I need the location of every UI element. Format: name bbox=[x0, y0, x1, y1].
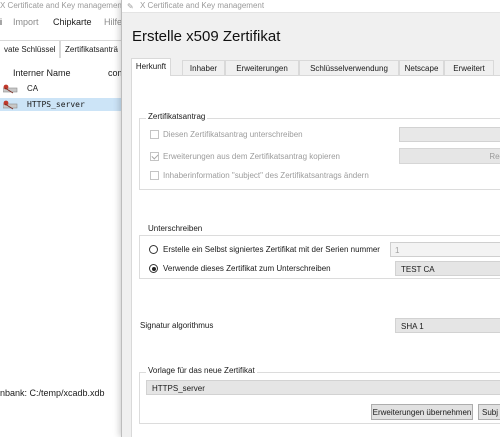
copy-extensions-checkbox[interactable] bbox=[150, 152, 159, 161]
modify-subject-label: Inhaberinformation "subject" des Zertifi… bbox=[163, 171, 369, 180]
self-signed-label: Erstelle ein Selbst signiertes Zertifika… bbox=[163, 245, 380, 254]
signing-certificate-select[interactable]: TEST CA bbox=[395, 261, 500, 276]
menu-item-import[interactable]: Import bbox=[13, 17, 39, 27]
use-certificate-label: Verwende dieses Zertifikat zum Unterschr… bbox=[163, 264, 331, 273]
request-group-title: Zertifikatsantrag bbox=[146, 112, 208, 121]
dialog-heading: Erstelle x509 Zertifikat bbox=[132, 28, 281, 45]
template-select[interactable]: HTTPS_server bbox=[146, 380, 500, 395]
apply-subject-button[interactable]: Subj bbox=[478, 404, 500, 420]
copy-extensions-label: Erweiterungen aus dem Zertifikatsantrag … bbox=[163, 152, 340, 161]
status-bar-database-path: nbank: C:/temp/xcadb.xdb bbox=[0, 388, 105, 398]
menu-item-chipkarte[interactable]: Chipkarte bbox=[53, 17, 92, 27]
signing-group-title: Unterschreiben bbox=[146, 224, 205, 233]
apply-extensions-button[interactable]: Erweiterungen übernehmen bbox=[371, 404, 473, 420]
column-header-internal-name[interactable]: Interner Name bbox=[13, 68, 71, 78]
list-item-https-server[interactable]: HTTPS_server bbox=[0, 98, 130, 111]
create-certificate-dialog: ✎ X Certificate and Key management Erste… bbox=[121, 0, 500, 437]
tab-panel-herkunft: Zertifikatsantrag Diesen Zertifikatsantr… bbox=[131, 75, 500, 437]
use-certificate-radio[interactable] bbox=[149, 264, 158, 273]
request-select[interactable] bbox=[399, 127, 500, 142]
certificate-icon bbox=[3, 84, 18, 94]
signature-algorithm-select[interactable]: SHA 1 bbox=[395, 318, 500, 333]
menu-item-file[interactable]: i bbox=[0, 17, 2, 27]
main-tabs: vate Schlüssel Zertifikatsanträ bbox=[0, 40, 132, 58]
sign-request-label: Diesen Zertifikatsantrag unterschreiben bbox=[163, 130, 303, 139]
tab-private-keys[interactable]: vate Schlüssel bbox=[0, 40, 60, 58]
tab-herkunft[interactable]: Herkunft bbox=[131, 58, 171, 76]
certificate-icon bbox=[3, 100, 18, 110]
sign-request-checkbox[interactable] bbox=[150, 130, 159, 139]
template-group-title: Vorlage für das neue Zertifikat bbox=[146, 366, 257, 375]
tab-schluesselverwendung[interactable]: Schlüsselverwendung bbox=[299, 60, 399, 75]
tab-erweiterungen[interactable]: Erweiterungen bbox=[225, 60, 299, 75]
self-signed-radio[interactable] bbox=[149, 245, 158, 254]
list-item-name: CA bbox=[27, 84, 39, 93]
dialog-titlebar: ✎ X Certificate and Key management bbox=[122, 0, 500, 13]
modify-subject-checkbox[interactable] bbox=[150, 171, 159, 180]
serial-number-input[interactable]: 1 bbox=[390, 242, 500, 257]
list-item-name: HTTPS_server bbox=[27, 100, 85, 109]
list-item-ca[interactable]: CA bbox=[0, 82, 130, 95]
tab-inhaber[interactable]: Inhaber bbox=[182, 60, 225, 75]
menu-bar: i Import Chipkarte Hilfe bbox=[0, 17, 130, 31]
list-header: Interner Name com bbox=[0, 68, 130, 82]
request-details-button[interactable]: Req bbox=[399, 148, 500, 164]
dialog-window-title: X Certificate and Key management bbox=[140, 1, 265, 10]
tab-erweitert[interactable]: Erweitert bbox=[444, 60, 494, 75]
signature-algorithm-label: Signatur algorithmus bbox=[140, 321, 214, 330]
tab-netscape[interactable]: Netscape bbox=[399, 60, 444, 75]
dialog-tabs: Herkunft Inhaber Erweiterungen Schlüssel… bbox=[131, 58, 500, 76]
main-window-title: X Certificate and Key management bbox=[0, 1, 125, 10]
menu-item-hilfe[interactable]: Hilfe bbox=[104, 17, 122, 27]
certificate-list: Interner Name com CA HTTPS_server bbox=[0, 58, 130, 378]
app-icon: ✎ bbox=[127, 2, 134, 11]
